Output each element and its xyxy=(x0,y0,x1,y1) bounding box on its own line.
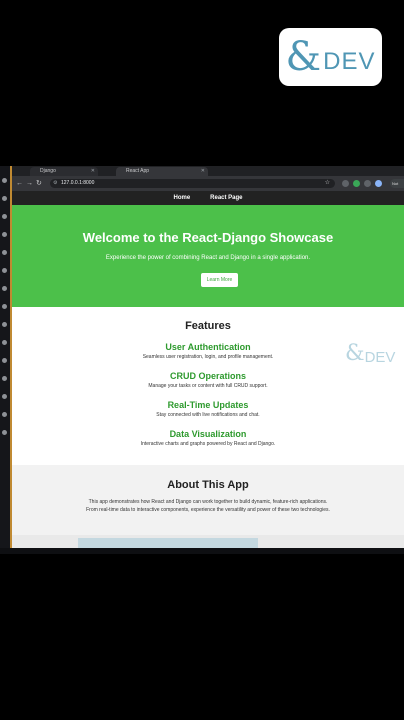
dock-icon[interactable] xyxy=(2,178,7,183)
site-info-icon[interactable]: ⚙ xyxy=(53,179,57,188)
brand-logo: & DEV xyxy=(279,28,382,86)
features-section: Features User Authentication Seamless us… xyxy=(12,307,404,465)
dock-icon[interactable] xyxy=(2,358,7,363)
extension-icon[interactable] xyxy=(342,180,349,187)
tab-bar: Django ✕ React App ✕ xyxy=(12,166,404,176)
left-dock xyxy=(0,166,10,554)
bookmark-star-icon[interactable]: ☆ xyxy=(325,179,330,188)
learn-more-button[interactable]: Learn More xyxy=(201,273,238,287)
dock-icon[interactable] xyxy=(2,196,7,201)
about-section: About This App This app demonstrates how… xyxy=(12,465,404,535)
dock-icon[interactable] xyxy=(2,232,7,237)
brand-text: DEV xyxy=(323,48,376,75)
feature-desc: Manage your tasks or content with full C… xyxy=(148,383,268,389)
dock-icon[interactable] xyxy=(2,412,7,417)
feature-desc: Interactive charts and graphs powered by… xyxy=(140,441,276,447)
dock-icon[interactable] xyxy=(2,286,7,291)
tab-react-app[interactable]: React App ✕ xyxy=(116,167,208,176)
about-text-line: From real-time data to interactive compo… xyxy=(86,507,330,513)
extension-icon[interactable] xyxy=(364,180,371,187)
watermark-logo: & DEV xyxy=(345,338,404,368)
tab-django[interactable]: Django ✕ xyxy=(30,167,98,176)
feature-title: CRUD Operations xyxy=(169,371,246,381)
nav-link-home[interactable]: Home xyxy=(173,195,190,201)
brand-ampersand: & xyxy=(285,34,322,80)
close-icon[interactable]: ✕ xyxy=(91,167,95,176)
about-heading: About This App xyxy=(167,479,249,491)
hero-subtitle: Experience the power of combining React … xyxy=(105,255,311,261)
dock-icon[interactable] xyxy=(2,304,7,309)
reload-icon[interactable]: ↻ xyxy=(36,179,42,188)
dock-icon[interactable] xyxy=(2,268,7,273)
recorded-screen: Django ✕ React App ✕ ← → ↻ ⚙ 127.0.0.1:8… xyxy=(0,166,404,554)
address-bar[interactable]: ⚙ 127.0.0.1:8000 ☆ xyxy=(50,179,335,188)
forward-icon[interactable]: → xyxy=(26,179,33,188)
taskbar-strip xyxy=(0,548,404,554)
back-icon[interactable]: ← xyxy=(16,179,23,188)
extension-icon[interactable] xyxy=(353,180,360,187)
profile-pill[interactable]: Not xyxy=(390,179,404,188)
watermark-ampersand: & xyxy=(345,340,365,366)
watermark-text: DEV xyxy=(364,348,396,366)
nav-link-react-page[interactable]: React Page xyxy=(210,195,242,201)
feature-item: CRUD Operations Manage your tasks or con… xyxy=(12,371,404,390)
feature-desc: Stay connected with live notifications a… xyxy=(156,412,260,418)
dock-icon[interactable] xyxy=(2,250,7,255)
feature-title: Data Visualization xyxy=(169,429,247,439)
dock-icon[interactable] xyxy=(2,340,7,345)
close-icon[interactable]: ✕ xyxy=(201,167,205,176)
dock-icon[interactable] xyxy=(2,322,7,327)
dock-icon[interactable] xyxy=(2,394,7,399)
hero-title: Welcome to the React-Django Showcase xyxy=(82,230,334,245)
feature-item: Real-Time Updates Stay connected with li… xyxy=(12,400,404,419)
hero-section: Welcome to the React-Django Showcase Exp… xyxy=(12,205,404,307)
profile-avatar-icon[interactable] xyxy=(375,180,382,187)
tab-label: Django xyxy=(40,168,56,174)
feature-item: Data Visualization Interactive charts an… xyxy=(12,429,404,448)
dock-icon[interactable] xyxy=(2,430,7,435)
site-navbar: Home React Page xyxy=(12,191,404,205)
browser-toolbar: ← → ↻ ⚙ 127.0.0.1:8000 ☆ Not xyxy=(12,176,404,191)
features-heading: Features xyxy=(185,320,231,332)
url-text: 127.0.0.1:8000 xyxy=(61,180,95,186)
dock-icon[interactable] xyxy=(2,376,7,381)
feature-title: Real-Time Updates xyxy=(167,400,249,410)
dock-icon[interactable] xyxy=(2,214,7,219)
tab-label: React App xyxy=(126,168,150,174)
